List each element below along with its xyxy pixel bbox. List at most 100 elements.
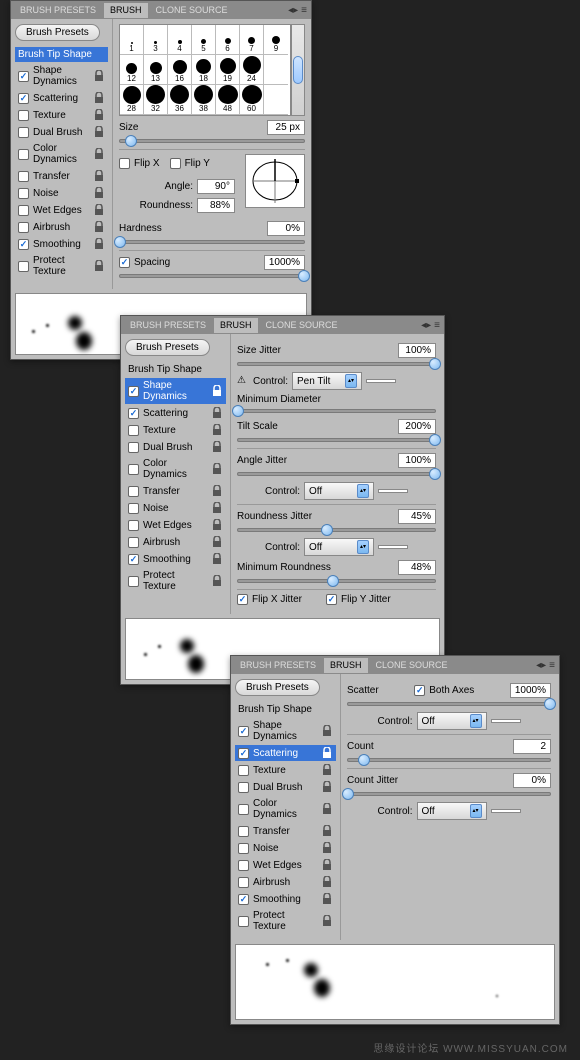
roundness-value[interactable]: 88% <box>197 198 235 213</box>
count-jitter-control-value[interactable] <box>491 809 521 813</box>
option-airbrush[interactable]: Airbrush <box>125 534 226 550</box>
lock-icon[interactable] <box>93 221 105 233</box>
roundness-control-value[interactable] <box>378 545 408 549</box>
checkbox[interactable] <box>128 520 139 531</box>
size-control-value[interactable] <box>366 379 396 383</box>
count-jitter-value[interactable]: 0% <box>513 773 551 788</box>
lock-icon[interactable] <box>321 725 333 737</box>
brush-presets-button[interactable]: Brush Presets <box>125 339 210 356</box>
option-brush-tip-shape[interactable]: Brush Tip Shape <box>15 47 108 62</box>
lock-icon[interactable] <box>211 575 223 587</box>
spacing-slider[interactable] <box>119 274 305 278</box>
lock-icon[interactable] <box>321 825 333 837</box>
checkbox[interactable] <box>238 765 249 776</box>
checkbox[interactable] <box>238 748 249 759</box>
size-control-dropdown[interactable]: Pen Tilt▴▾ <box>292 372 362 390</box>
option-wet-edges[interactable]: Wet Edges <box>15 202 108 218</box>
option-brush-tip-shape[interactable]: Brush Tip Shape <box>235 702 336 717</box>
tab-brush[interactable]: BRUSH <box>214 318 258 333</box>
option-airbrush[interactable]: Airbrush <box>15 219 108 235</box>
lock-icon[interactable] <box>211 407 223 419</box>
checkbox[interactable] <box>18 110 29 121</box>
scatter-control-value[interactable] <box>491 719 521 723</box>
option-texture[interactable]: Texture <box>235 762 336 778</box>
panel-menu-button[interactable]: ◂▸ ≡ <box>536 660 559 671</box>
tab-brush-presets[interactable]: BRUSH PRESETS <box>14 3 102 18</box>
hardness-slider[interactable] <box>119 240 305 244</box>
option-scattering[interactable]: Scattering <box>15 90 108 106</box>
checkbox[interactable] <box>18 261 29 272</box>
option-shape-dynamics[interactable]: Shape Dynamics <box>15 63 108 89</box>
option-noise[interactable]: Noise <box>125 500 226 516</box>
checkbox[interactable] <box>128 537 139 548</box>
option-wet-edges[interactable]: Wet Edges <box>235 857 336 873</box>
size-jitter-slider[interactable] <box>237 362 436 366</box>
checkbox[interactable] <box>18 222 29 233</box>
checkbox[interactable] <box>128 464 139 475</box>
lock-icon[interactable] <box>93 260 105 272</box>
lock-icon[interactable] <box>211 502 223 514</box>
count-jitter-control-dropdown[interactable]: Off▴▾ <box>417 802 487 820</box>
scatter-slider[interactable] <box>347 702 551 706</box>
lock-icon[interactable] <box>211 519 223 531</box>
flipy-checkbox[interactable] <box>170 158 181 169</box>
option-transfer[interactable]: Transfer <box>235 823 336 839</box>
option-shape-dynamics[interactable]: Shape Dynamics <box>125 378 226 404</box>
checkbox[interactable] <box>238 916 249 927</box>
option-protect-texture[interactable]: Protect Texture <box>235 908 336 934</box>
lock-icon[interactable] <box>93 170 105 182</box>
tab-brush-presets[interactable]: BRUSH PRESETS <box>234 658 322 673</box>
lock-icon[interactable] <box>93 126 105 138</box>
checkbox[interactable] <box>128 576 139 587</box>
option-smoothing[interactable]: Smoothing <box>235 891 336 907</box>
lock-icon[interactable] <box>93 92 105 104</box>
option-protect-texture[interactable]: Protect Texture <box>15 253 108 279</box>
size-value[interactable]: 25 px <box>267 120 305 135</box>
lock-icon[interactable] <box>211 485 223 497</box>
checkbox[interactable] <box>128 408 139 419</box>
option-scattering[interactable]: Scattering <box>125 405 226 421</box>
checkbox[interactable] <box>128 503 139 514</box>
lock-icon[interactable] <box>93 238 105 250</box>
checkbox[interactable] <box>18 127 29 138</box>
brush-presets-button[interactable]: Brush Presets <box>235 679 320 696</box>
option-brush-tip-shape[interactable]: Brush Tip Shape <box>125 362 226 377</box>
lock-icon[interactable] <box>93 204 105 216</box>
option-texture[interactable]: Texture <box>125 422 226 438</box>
angle-value[interactable]: 90° <box>197 179 235 194</box>
count-jitter-slider[interactable] <box>347 792 551 796</box>
option-smoothing[interactable]: Smoothing <box>125 551 226 567</box>
option-airbrush[interactable]: Airbrush <box>235 874 336 890</box>
flipx-checkbox[interactable] <box>119 158 130 169</box>
checkbox[interactable] <box>18 93 29 104</box>
spacing-value[interactable]: 1000% <box>264 255 305 270</box>
option-shape-dynamics[interactable]: Shape Dynamics <box>235 718 336 744</box>
option-color-dynamics[interactable]: Color Dynamics <box>235 796 336 822</box>
count-value[interactable]: 2 <box>513 739 551 754</box>
lock-icon[interactable] <box>321 859 333 871</box>
scatter-value[interactable]: 1000% <box>510 683 551 698</box>
size-jitter-value[interactable]: 100% <box>398 343 436 358</box>
lock-icon[interactable] <box>321 876 333 888</box>
flipx-jitter-checkbox[interactable] <box>237 594 248 605</box>
min-roundness-slider[interactable] <box>237 579 436 583</box>
count-slider[interactable] <box>347 758 551 762</box>
scrollbar[interactable] <box>291 24 305 116</box>
checkbox[interactable] <box>238 860 249 871</box>
checkbox[interactable] <box>18 149 29 160</box>
lock-icon[interactable] <box>321 764 333 776</box>
tab-clone-source[interactable]: CLONE SOURCE <box>370 658 454 673</box>
tab-brush[interactable]: BRUSH <box>104 3 148 18</box>
lock-icon[interactable] <box>321 842 333 854</box>
min-diameter-slider[interactable] <box>237 409 436 413</box>
option-wet-edges[interactable]: Wet Edges <box>125 517 226 533</box>
spacing-checkbox[interactable] <box>119 257 130 268</box>
checkbox[interactable] <box>238 826 249 837</box>
checkbox[interactable] <box>18 205 29 216</box>
checkbox[interactable] <box>128 442 139 453</box>
lock-icon[interactable] <box>211 441 223 453</box>
tab-brush-presets[interactable]: BRUSH PRESETS <box>124 318 212 333</box>
checkbox[interactable] <box>238 843 249 854</box>
checkbox[interactable] <box>238 782 249 793</box>
checkbox[interactable] <box>128 425 139 436</box>
